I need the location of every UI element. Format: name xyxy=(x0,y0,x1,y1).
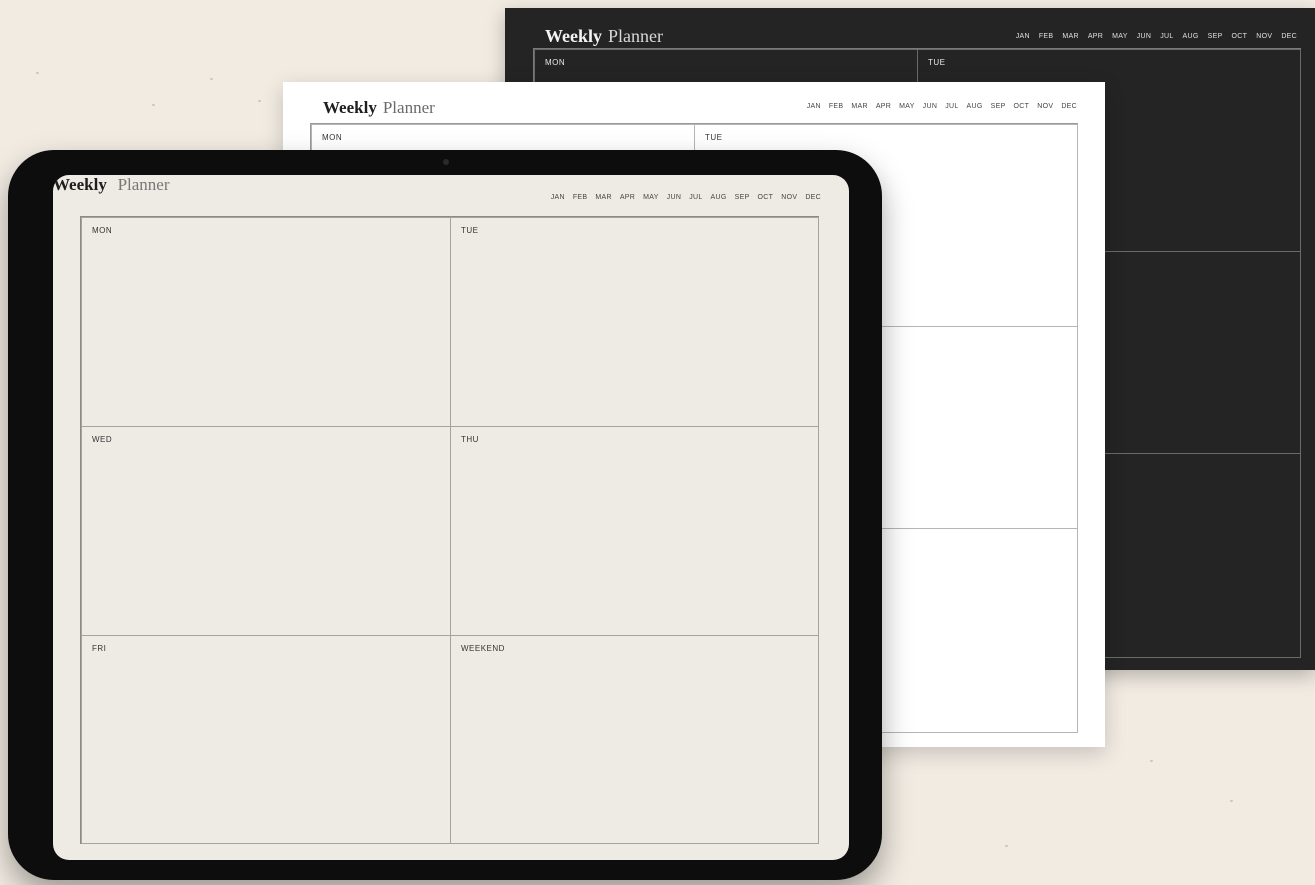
day-label: WEEKEND xyxy=(461,644,505,653)
month-tab[interactable]: NOV xyxy=(1256,33,1272,40)
planner-title-light: Planner xyxy=(608,26,663,46)
month-tab[interactable]: APR xyxy=(876,103,891,110)
month-tab[interactable]: JAN xyxy=(1016,33,1030,40)
month-tab[interactable]: AUG xyxy=(967,103,983,110)
month-tabs: JAN FEB MAR APR MAY JUN JUL AUG SEP OCT … xyxy=(551,194,821,201)
planner-title-bold: Weekly xyxy=(545,26,602,46)
month-tab[interactable]: MAY xyxy=(643,194,659,201)
day-cell-tue[interactable]: TUE xyxy=(450,217,819,427)
day-label: MON xyxy=(545,58,566,67)
month-tab[interactable]: JUL xyxy=(945,103,958,110)
month-tab[interactable]: JUN xyxy=(923,103,938,110)
month-tabs: JAN FEB MAR APR MAY JUN JUL AUG SEP OCT … xyxy=(807,103,1077,110)
planner-title-bold: Weekly xyxy=(53,175,107,194)
month-tab[interactable]: MAR xyxy=(851,103,867,110)
month-tab[interactable]: SEP xyxy=(735,194,750,201)
background-speck xyxy=(152,104,155,106)
background-speck xyxy=(258,100,261,102)
month-tab[interactable]: MAR xyxy=(595,194,611,201)
month-tab[interactable]: MAY xyxy=(1112,33,1128,40)
planner-header: Weekly Planner xyxy=(53,175,849,195)
month-tab[interactable]: FEB xyxy=(829,103,844,110)
month-tab[interactable]: JUL xyxy=(689,194,702,201)
day-label: WED xyxy=(92,435,113,444)
month-tab[interactable]: OCT xyxy=(1014,103,1030,110)
month-tab[interactable]: DEC xyxy=(805,194,821,201)
month-tab[interactable]: SEP xyxy=(1208,33,1223,40)
planner-title-bold: Weekly xyxy=(323,98,377,117)
month-tabs: JAN FEB MAR APR MAY JUN JUL AUG SEP OCT … xyxy=(1016,33,1297,40)
background-speck xyxy=(210,78,213,80)
planner-header: Weekly Planner xyxy=(545,26,663,47)
month-tab[interactable]: JUN xyxy=(667,194,682,201)
day-cell-wed[interactable]: WED xyxy=(81,426,451,636)
month-tab[interactable]: FEB xyxy=(573,194,588,201)
month-tab[interactable]: JUN xyxy=(1137,33,1152,40)
month-tab[interactable]: OCT xyxy=(758,194,774,201)
planner-header: Weekly Planner xyxy=(323,98,435,118)
day-cell-fri[interactable]: FRI xyxy=(81,635,451,844)
month-tab[interactable]: AUG xyxy=(711,194,727,201)
month-tab[interactable]: JAN xyxy=(807,103,821,110)
month-tab[interactable]: OCT xyxy=(1232,33,1248,40)
month-tab[interactable]: DEC xyxy=(1281,33,1297,40)
day-cell-mon[interactable]: MON xyxy=(81,217,451,427)
background-speck xyxy=(1230,800,1233,802)
month-tab[interactable]: APR xyxy=(620,194,635,201)
day-label: TUE xyxy=(928,58,946,67)
tablet-device: Weekly Planner JAN FEB MAR APR MAY JUN J… xyxy=(8,150,882,880)
month-tab[interactable]: DEC xyxy=(1061,103,1077,110)
day-cell-weekend[interactable]: WEEKEND xyxy=(450,635,819,844)
month-tab[interactable]: JUL xyxy=(1160,33,1173,40)
month-tab[interactable]: MAR xyxy=(1062,33,1078,40)
day-label: THU xyxy=(461,435,479,444)
day-label: FRI xyxy=(92,644,107,653)
day-label: TUE xyxy=(705,133,723,142)
day-label: MON xyxy=(322,133,343,142)
week-grid: MON TUE WED THU FRI WEEKEND xyxy=(80,216,819,844)
month-tab[interactable]: MAY xyxy=(899,103,915,110)
month-tab[interactable]: SEP xyxy=(991,103,1006,110)
background-speck xyxy=(1150,760,1153,762)
planner-title-light: Planner xyxy=(117,175,170,194)
month-tab[interactable]: FEB xyxy=(1039,33,1054,40)
month-tab[interactable]: NOV xyxy=(781,194,797,201)
month-tab[interactable]: JAN xyxy=(551,194,565,201)
month-tab[interactable]: APR xyxy=(1088,33,1103,40)
day-label: TUE xyxy=(461,226,479,235)
month-tab[interactable]: AUG xyxy=(1183,33,1199,40)
front-camera xyxy=(443,159,449,165)
day-label: MON xyxy=(92,226,113,235)
day-cell-thu[interactable]: THU xyxy=(450,426,819,636)
background-speck xyxy=(1005,845,1008,847)
tablet-screen: Weekly Planner JAN FEB MAR APR MAY JUN J… xyxy=(53,175,849,860)
background-speck xyxy=(36,72,39,74)
month-tab[interactable]: NOV xyxy=(1037,103,1053,110)
planner-title-light: Planner xyxy=(382,98,435,117)
